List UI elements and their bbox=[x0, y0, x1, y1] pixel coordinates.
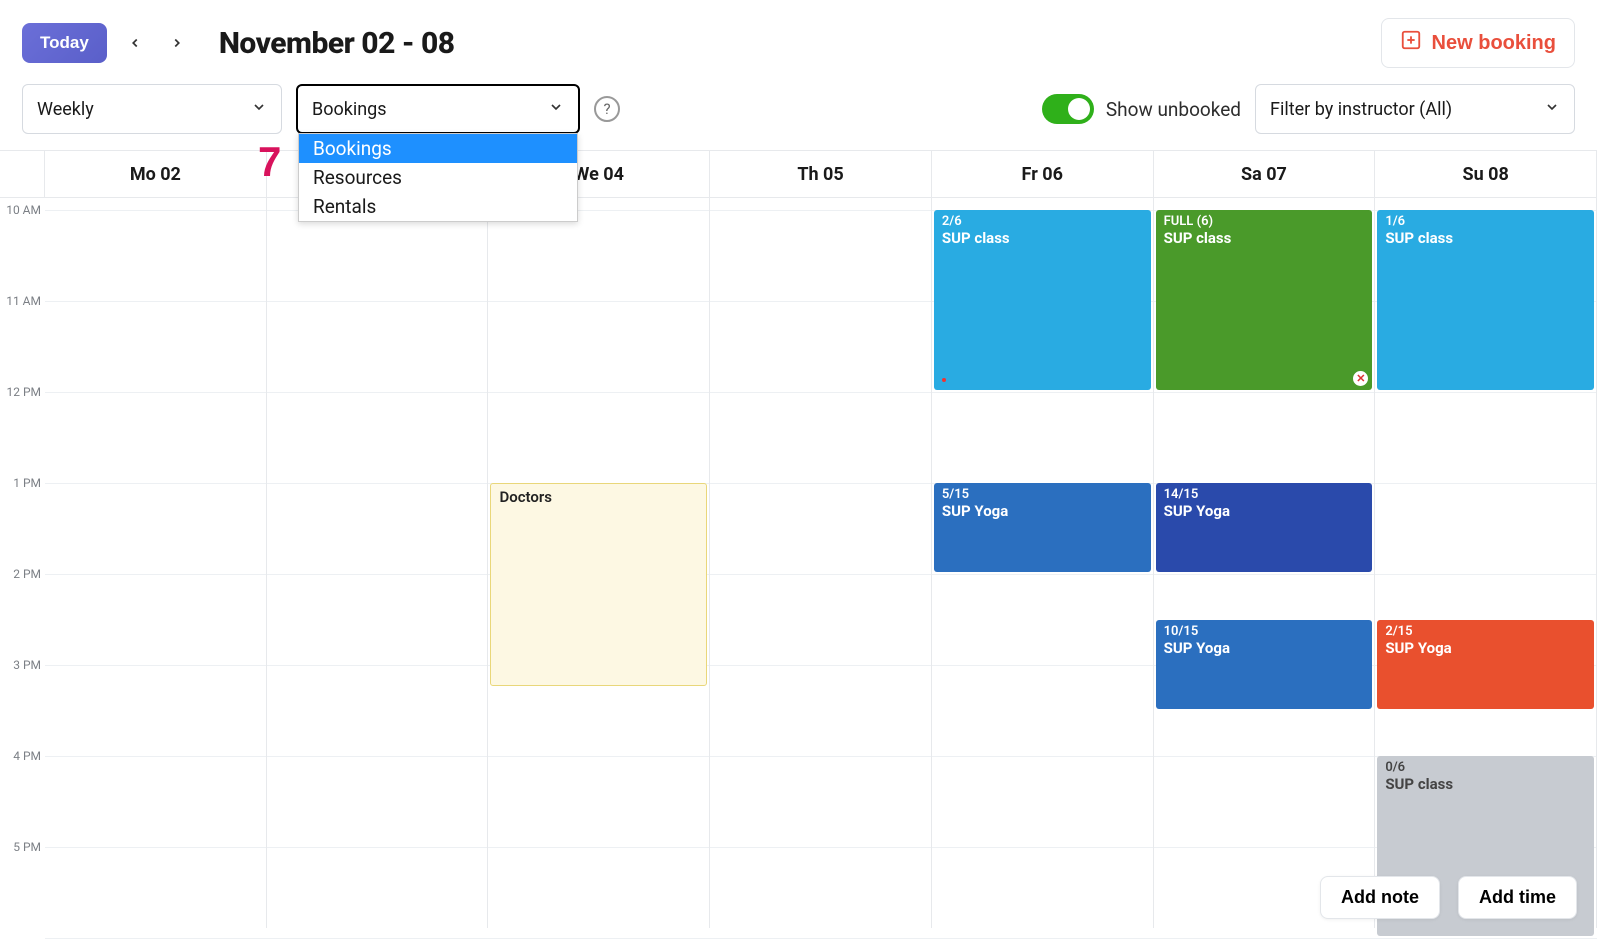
booking-type-select[interactable]: Bookings bbox=[296, 84, 580, 134]
hour-label: 4 PM bbox=[13, 749, 41, 763]
event-title: SUP Yoga bbox=[942, 502, 1143, 520]
plus-box-icon bbox=[1400, 29, 1422, 57]
event-title: SUP Yoga bbox=[1164, 502, 1365, 520]
day-column[interactable]: FULL (6)SUP class✕14/15SUP Yoga10/15SUP … bbox=[1154, 198, 1376, 928]
hour-label: 3 PM bbox=[13, 658, 41, 672]
calendar-event[interactable]: 1/6SUP class bbox=[1377, 210, 1594, 390]
hour-label: 5 PM bbox=[13, 840, 41, 854]
day-header: Th 05 bbox=[710, 151, 932, 197]
instructor-filter-value: Filter by instructor (All) bbox=[1270, 99, 1452, 120]
hour-label: 1 PM bbox=[13, 476, 41, 490]
hour-label: 11 AM bbox=[6, 294, 41, 308]
chevron-down-icon bbox=[1544, 99, 1560, 120]
add-time-button[interactable]: Add time bbox=[1458, 876, 1577, 919]
booking-type-value: Bookings bbox=[312, 99, 387, 120]
booking-type-dropdown: Bookings Resources Rentals bbox=[298, 133, 578, 222]
day-column[interactable] bbox=[45, 198, 267, 928]
day-header: Su 08 bbox=[1375, 151, 1597, 197]
calendar-note[interactable]: Doctors bbox=[490, 483, 707, 686]
event-capacity: FULL (6) bbox=[1164, 214, 1365, 229]
event-capacity: 1/6 bbox=[1385, 214, 1586, 229]
show-unbooked-label: Show unbooked bbox=[1106, 98, 1241, 121]
event-capacity: 2/6 bbox=[942, 214, 1143, 229]
event-title: SUP class bbox=[942, 229, 1143, 247]
day-header: Sa 07 bbox=[1154, 151, 1376, 197]
view-period-value: Weekly bbox=[37, 99, 94, 120]
chevron-down-icon bbox=[548, 99, 564, 120]
prev-week-button[interactable] bbox=[121, 29, 149, 57]
event-capacity: 2/15 bbox=[1385, 624, 1586, 639]
today-button[interactable]: Today bbox=[22, 23, 107, 63]
day-column[interactable]: Doctors bbox=[488, 198, 710, 928]
annotation-marker: 7 bbox=[258, 138, 281, 186]
calendar-event[interactable]: 2/6SUP class bbox=[934, 210, 1151, 390]
day-column[interactable] bbox=[267, 198, 489, 928]
day-column[interactable]: 2/6SUP class 5/15SUP Yoga bbox=[932, 198, 1154, 928]
new-booking-label: New booking bbox=[1432, 32, 1556, 55]
event-capacity: 5/15 bbox=[942, 487, 1143, 502]
event-capacity: 14/15 bbox=[1164, 487, 1365, 502]
day-column[interactable]: 1/6SUP class2/15SUP Yoga0/6SUP class bbox=[1375, 198, 1597, 928]
hour-label: 2 PM bbox=[13, 567, 41, 581]
date-range-title: November 02 - 08 bbox=[219, 26, 455, 61]
time-gutter: 10 AM 11 AM 12 PM 1 PM 2 PM 3 PM 4 PM 5 PM bbox=[0, 198, 45, 928]
calendar-event[interactable]: 10/15SUP Yoga bbox=[1156, 620, 1373, 709]
calendar-grid[interactable]: Doctors2/6SUP class5/15SUP YogaFULL (6)S… bbox=[45, 198, 1597, 928]
event-capacity: 10/15 bbox=[1164, 624, 1365, 639]
close-icon[interactable]: ✕ bbox=[1353, 371, 1368, 386]
calendar-event[interactable]: 14/15SUP Yoga bbox=[1156, 483, 1373, 572]
show-unbooked-toggle[interactable] bbox=[1042, 94, 1094, 124]
event-title: SUP Yoga bbox=[1385, 639, 1586, 657]
calendar-body[interactable]: 10 AM 11 AM 12 PM 1 PM 2 PM 3 PM 4 PM 5 PM Doct… bbox=[0, 198, 1597, 928]
chevron-down-icon bbox=[251, 99, 267, 120]
event-title: SUP Yoga bbox=[1164, 639, 1365, 657]
calendar-event[interactable]: 5/15SUP Yoga bbox=[934, 483, 1151, 572]
event-title: SUP class bbox=[1164, 229, 1365, 247]
calendar-days-header: Mo 02 Tu 03 We 04 Th 05 Fr 06 Sa 07 Su 0… bbox=[0, 150, 1597, 198]
calendar-event[interactable]: 2/15SUP Yoga bbox=[1377, 620, 1594, 709]
day-header: Fr 06 bbox=[932, 151, 1154, 197]
next-week-button[interactable] bbox=[163, 29, 191, 57]
new-booking-button[interactable]: New booking bbox=[1381, 18, 1575, 68]
calendar-event[interactable]: FULL (6)SUP class ✕ bbox=[1156, 210, 1373, 390]
help-icon[interactable]: ? bbox=[594, 96, 620, 122]
event-title: Doctors bbox=[499, 488, 698, 506]
dropdown-option-rentals[interactable]: Rentals bbox=[299, 192, 577, 221]
calendar: Mo 02 Tu 03 We 04 Th 05 Fr 06 Sa 07 Su 0… bbox=[0, 150, 1597, 928]
view-period-select[interactable]: Weekly bbox=[22, 84, 282, 134]
event-title: SUP class bbox=[1385, 775, 1586, 793]
event-capacity: 0/6 bbox=[1385, 760, 1586, 775]
day-column[interactable] bbox=[710, 198, 932, 928]
day-header: Mo 02 bbox=[45, 151, 267, 197]
dropdown-option-bookings[interactable]: Bookings bbox=[299, 134, 577, 163]
hour-label: 12 PM bbox=[6, 385, 41, 399]
instructor-filter-select[interactable]: Filter by instructor (All) bbox=[1255, 84, 1575, 134]
dropdown-option-resources[interactable]: Resources bbox=[299, 163, 577, 192]
toggle-knob bbox=[1068, 98, 1090, 120]
event-title: SUP class bbox=[1385, 229, 1586, 247]
add-note-button[interactable]: Add note bbox=[1320, 876, 1440, 919]
time-gutter-header bbox=[0, 151, 45, 197]
indicator-dot bbox=[942, 378, 946, 382]
hour-label: 10 AM bbox=[6, 203, 41, 217]
